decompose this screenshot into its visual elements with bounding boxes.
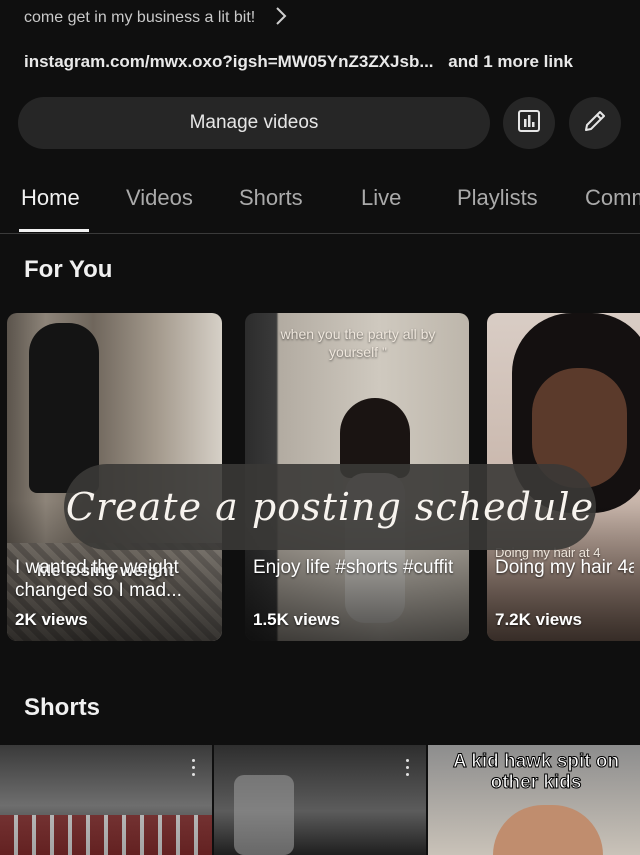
tab-videos[interactable]: Videos [126,185,193,211]
tab-playlists[interactable]: Playlists [457,185,538,211]
channel-links[interactable]: instagram.com/mwx.oxo?igsh=MW05YnZ3ZXJsb… [24,52,573,72]
video-views: 2K views [15,610,88,629]
video-title: I wanted the weight changed so I mad... [15,557,182,601]
analytics-button[interactable] [503,97,555,149]
bar-chart-icon [517,109,541,138]
more-options-icon[interactable] [406,759,410,780]
short-card[interactable] [0,745,212,855]
overlay-banner: Create a posting schedule [64,464,596,550]
short-thumbnail [493,805,603,855]
channel-tabs: Home Videos Shorts Live Playlists Comm [0,170,640,234]
video-title: Enjoy life #shorts #cuffit [253,557,454,578]
edit-channel-button[interactable] [569,97,621,149]
tab-community[interactable]: Comm [585,185,640,211]
for-you-heading: For You [24,256,113,283]
manage-videos-label: Manage videos [189,112,319,133]
manage-videos-button[interactable]: Manage videos [18,97,490,149]
active-tab-indicator [19,229,89,232]
video-views: 7.2K views [495,610,582,629]
more-links[interactable]: and 1 more link [448,52,573,71]
short-card[interactable]: A kid hawk spit on other kids [428,745,640,855]
video-views: 1.5K views [253,610,340,629]
video-title: Doing my hair 4am #schoolb [495,557,634,578]
tab-shorts[interactable]: Shorts [239,185,303,211]
short-thumbnail [234,775,294,855]
short-thumbnail [0,815,212,855]
channel-bio[interactable]: come get in my business a lit bit! [24,6,287,30]
more-options-icon[interactable] [192,759,196,780]
short-card[interactable] [214,745,426,855]
pencil-icon [582,108,608,139]
tab-live[interactable]: Live [361,185,401,211]
short-caption: A kid hawk spit on other kids [452,751,620,794]
video-caption-overlay: when you the party all by yourself " [280,326,436,360]
bio-text: come get in my business a lit bit! [24,9,256,26]
instagram-link[interactable]: instagram.com/mwx.oxo?igsh=MW05YnZ3ZXJsb… [24,52,434,71]
tab-home[interactable]: Home [21,185,80,211]
chevron-right-icon[interactable] [275,6,287,30]
overlay-banner-text: Create a posting schedule [65,485,595,529]
shorts-heading: Shorts [24,694,101,721]
